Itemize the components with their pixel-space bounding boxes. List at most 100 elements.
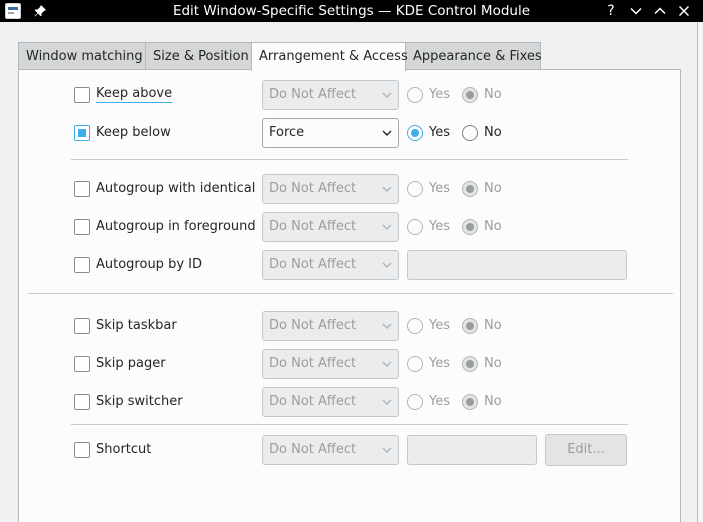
autogroup-foreground-label[interactable]: Autogroup in foreground (96, 211, 256, 243)
autogroup-foreground-policy-combo[interactable]: Do Not Affect (262, 212, 399, 242)
title-bar[interactable]: Edit Window-Specific Settings — KDE Cont… (0, 0, 703, 22)
skip-pager-label[interactable]: Skip pager (96, 348, 166, 380)
keep-below-no-label: No (484, 125, 502, 140)
autogroup-id-input[interactable] (407, 250, 627, 280)
autogroup-foreground-yes-radio[interactable] (407, 219, 423, 235)
keep-below-checkbox[interactable] (74, 125, 90, 141)
keep-below-policy-combo[interactable]: Force (262, 118, 399, 148)
close-button[interactable] (674, 1, 694, 21)
keep-above-checkbox[interactable] (74, 87, 90, 103)
keep-above-policy-value: Do Not Affect (269, 87, 357, 102)
shortcut-input[interactable] (407, 435, 537, 465)
help-button[interactable]: ? (601, 1, 621, 21)
skip-taskbar-yes-radio[interactable] (407, 318, 423, 334)
close-icon (678, 5, 690, 17)
tab-window-matching[interactable]: Window matching (18, 42, 146, 70)
autogroup-foreground-no-label: No (484, 219, 502, 234)
keep-below-yes-label: Yes (429, 125, 450, 140)
shortcut-checkbox[interactable] (74, 442, 90, 458)
chevron-down-icon (382, 224, 392, 230)
keep-above-yes-label: Yes (429, 87, 450, 102)
keep-above-yes-radio[interactable] (407, 87, 423, 103)
skip-pager-yes-label: Yes (429, 356, 450, 371)
separator (28, 293, 673, 294)
autogroup-identical-yes-label: Yes (429, 181, 450, 196)
skip-taskbar-policy-combo[interactable]: Do Not Affect (262, 311, 399, 341)
skip-taskbar-checkbox[interactable] (74, 318, 90, 334)
keep-below-policy-value: Force (269, 125, 305, 140)
autogroup-identical-checkbox[interactable] (74, 181, 90, 197)
keep-above-row: Keep above Do Not Affect Yes No (19, 79, 682, 111)
skip-switcher-checkbox[interactable] (74, 394, 90, 410)
autogroup-id-label[interactable]: Autogroup by ID (96, 249, 202, 281)
autogroup-identical-no-label: No (484, 181, 502, 196)
keep-below-label[interactable]: Keep below (96, 117, 171, 149)
autogroup-id-checkbox[interactable] (74, 257, 90, 273)
keep-above-no-label: No (484, 87, 502, 102)
keep-above-label[interactable]: Keep above (96, 79, 173, 111)
keep-below-no-radio[interactable] (462, 125, 478, 141)
tab-size-position[interactable]: Size & Position (145, 42, 252, 70)
maximize-button[interactable] (650, 1, 670, 21)
skip-taskbar-no-label: No (484, 318, 502, 333)
skip-pager-no-radio[interactable] (462, 356, 478, 372)
skip-switcher-policy-combo[interactable]: Do Not Affect (262, 387, 399, 417)
keep-above-policy-combo[interactable]: Do Not Affect (262, 80, 399, 110)
autogroup-foreground-policy-value: Do Not Affect (269, 219, 357, 234)
skip-taskbar-label[interactable]: Skip taskbar (96, 310, 177, 342)
chevron-down-icon (382, 323, 392, 329)
autogroup-id-policy-value: Do Not Affect (269, 257, 357, 272)
skip-taskbar-yes-label: Yes (429, 318, 450, 333)
minimize-button[interactable] (626, 1, 646, 21)
skip-pager-checkbox[interactable] (74, 356, 90, 372)
autogroup-identical-row: Autogroup with identical Do Not Affect Y… (19, 173, 682, 205)
keep-below-yes-radio[interactable] (407, 125, 423, 141)
skip-pager-row: Skip pager Do Not Affect Yes No (19, 348, 682, 380)
skip-taskbar-no-radio[interactable] (462, 318, 478, 334)
shortcut-label[interactable]: Shortcut (96, 434, 151, 466)
autogroup-id-policy-combo[interactable]: Do Not Affect (262, 250, 399, 280)
shortcut-edit-button[interactable]: Edit... (545, 434, 627, 466)
skip-switcher-no-label: No (484, 394, 502, 409)
shortcut-policy-value: Do Not Affect (269, 442, 357, 457)
chevron-up-icon (654, 7, 666, 15)
chevron-down-icon (630, 7, 642, 15)
dialog-edge (697, 22, 703, 522)
skip-taskbar-policy-value: Do Not Affect (269, 318, 357, 333)
autogroup-foreground-no-radio[interactable] (462, 219, 478, 235)
separator (71, 424, 628, 425)
skip-taskbar-row: Skip taskbar Do Not Affect Yes No (19, 310, 682, 342)
autogroup-identical-yes-radio[interactable] (407, 181, 423, 197)
chevron-down-icon (382, 262, 392, 268)
chevron-down-icon (382, 447, 392, 453)
chevron-down-icon (382, 130, 392, 136)
tab-appearance-fixes[interactable]: Appearance & Fixes (405, 42, 542, 70)
skip-switcher-yes-radio[interactable] (407, 394, 423, 410)
skip-switcher-no-radio[interactable] (462, 394, 478, 410)
skip-pager-policy-value: Do Not Affect (269, 356, 357, 371)
shortcut-policy-combo[interactable]: Do Not Affect (262, 435, 399, 465)
skip-switcher-row: Skip switcher Do Not Affect Yes No (19, 386, 682, 418)
window-title: Edit Window-Specific Settings — KDE Cont… (172, 3, 531, 19)
skip-pager-policy-combo[interactable]: Do Not Affect (262, 349, 399, 379)
keep-below-row: Keep below Force Yes No (19, 117, 682, 149)
tab-arrangement-access[interactable]: Arrangement & Access (251, 42, 408, 71)
autogroup-foreground-row: Autogroup in foreground Do Not Affect Ye… (19, 211, 682, 243)
shortcut-row: Shortcut Do Not Affect Edit... (19, 434, 682, 466)
tab-panel-arrangement-access: Keep above Do Not Affect Yes No Keep bel… (18, 69, 681, 522)
skip-switcher-label[interactable]: Skip switcher (96, 386, 183, 418)
keep-above-no-radio[interactable] (462, 87, 478, 103)
chevron-down-icon (382, 399, 392, 405)
autogroup-identical-no-radio[interactable] (462, 181, 478, 197)
skip-pager-no-label: No (484, 356, 502, 371)
autogroup-identical-policy-combo[interactable]: Do Not Affect (262, 174, 399, 204)
chevron-down-icon (382, 361, 392, 367)
autogroup-foreground-checkbox[interactable] (74, 219, 90, 235)
skip-switcher-policy-value: Do Not Affect (269, 394, 357, 409)
skip-pager-yes-radio[interactable] (407, 356, 423, 372)
skip-switcher-yes-label: Yes (429, 394, 450, 409)
autogroup-id-row: Autogroup by ID Do Not Affect (19, 249, 682, 281)
autogroup-foreground-yes-label: Yes (429, 219, 450, 234)
autogroup-identical-label[interactable]: Autogroup with identical (96, 173, 255, 205)
chevron-down-icon (382, 92, 392, 98)
